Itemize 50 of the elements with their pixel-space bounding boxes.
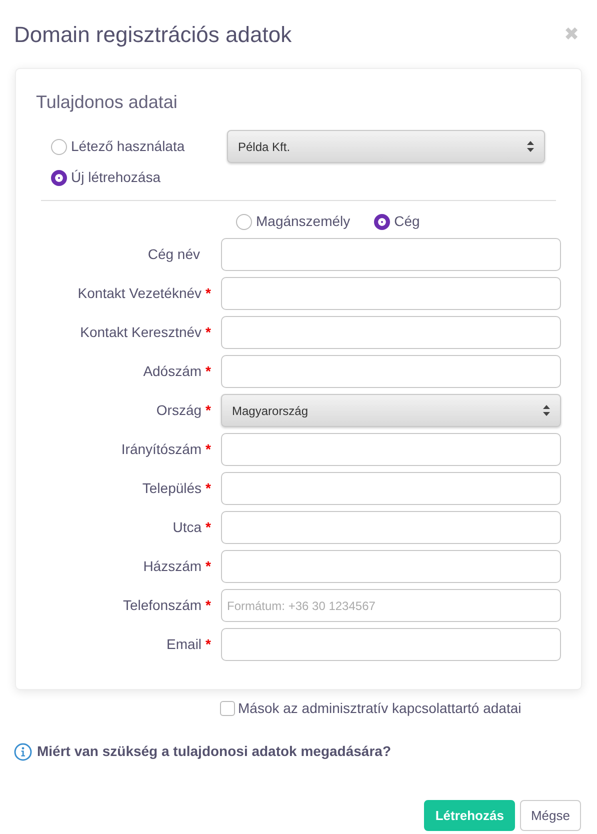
radio-button[interactable] — [51, 138, 67, 154]
input-field[interactable] — [221, 433, 561, 466]
input-field[interactable] — [221, 511, 561, 544]
radio-label: Létező használata — [71, 137, 185, 156]
field-label: Telefonszám — [122, 596, 202, 615]
field-label: Település — [142, 479, 202, 498]
field-label: Adószám — [143, 362, 202, 381]
required-mark: * — [206, 596, 211, 615]
card-title: Tulajdonos adatai — [36, 91, 178, 114]
field-label: Ország — [156, 401, 202, 420]
radio-button[interactable] — [51, 170, 67, 186]
required-mark: * — [206, 557, 211, 576]
radio-label: Magánszemély — [256, 212, 350, 231]
field-label: Cég név — [148, 245, 200, 264]
input-field[interactable] — [221, 277, 561, 310]
input-field[interactable]: Formátum: +36 30 1234567 — [221, 589, 561, 622]
required-mark: * — [206, 440, 211, 459]
cancel-button[interactable]: Mégse — [520, 800, 581, 831]
field-label: Kontakt Keresztnév — [80, 323, 202, 342]
input-field[interactable] — [221, 355, 561, 388]
input-field[interactable] — [221, 316, 561, 349]
checkbox[interactable] — [220, 701, 235, 716]
field-label: Email — [166, 635, 202, 654]
info-icon — [14, 742, 32, 760]
checkbox-label: Mások az adminisztratív kapcsolattartó adatai — [238, 699, 522, 718]
required-mark: * — [206, 401, 211, 420]
input-field[interactable] — [221, 628, 561, 661]
select-field[interactable]: Példa Kft. — [227, 130, 545, 163]
required-mark: * — [206, 479, 211, 498]
radio-button[interactable] — [236, 214, 252, 230]
field-label: Kontakt Vezetéknév — [78, 284, 202, 303]
radio-label: Új létrehozása — [71, 168, 160, 187]
radio-label: Cég — [394, 212, 420, 231]
sort-arrows-icon — [527, 141, 534, 152]
sort-arrows-icon — [543, 405, 550, 416]
required-mark: * — [206, 635, 211, 654]
required-mark: * — [206, 323, 211, 342]
required-mark: * — [206, 362, 211, 381]
required-mark: * — [206, 284, 211, 303]
field-label: Irányítószám — [121, 440, 202, 459]
dialog-title: Domain regisztrációs adatok — [14, 20, 292, 49]
info-link[interactable]: Miért van szükség a tulajdonosi adatok megadására? — [37, 741, 391, 762]
field-label: Utca — [172, 518, 202, 537]
select-field[interactable]: Magyarország — [221, 394, 561, 427]
required-mark: * — [206, 518, 211, 537]
input-field[interactable] — [221, 238, 561, 271]
input-field[interactable] — [221, 472, 561, 505]
radio-button[interactable] — [374, 214, 390, 230]
input-field[interactable] — [221, 550, 561, 583]
field-label: Házszám — [143, 557, 202, 576]
